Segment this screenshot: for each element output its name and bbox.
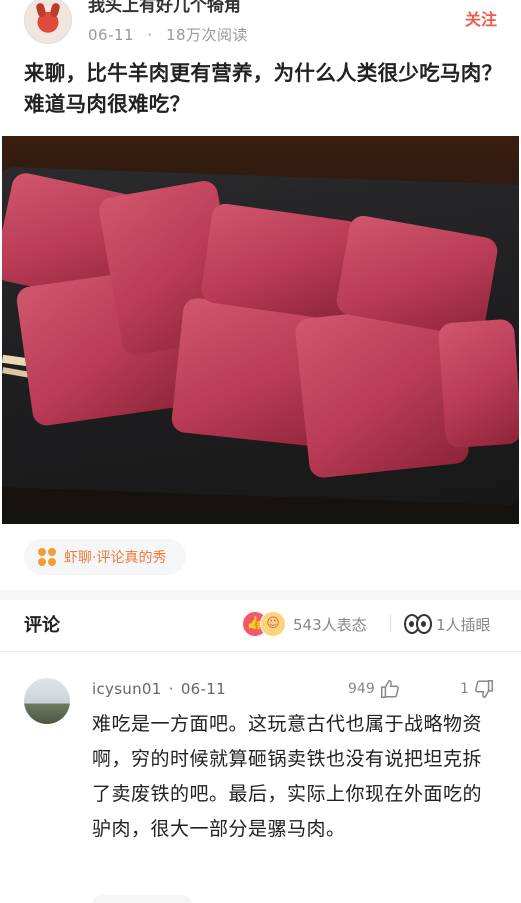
post-header: 我头上有好几个犄角 06-11 · 18万次阅读 关注 bbox=[0, 0, 521, 52]
comment-text: 难吃是一方面吧。这玩意古代也属于战略物资啊，穷的时候就算砸锅卖铁也没有说把坦克拆… bbox=[92, 713, 483, 840]
follow-button[interactable]: 关注 bbox=[465, 6, 497, 30]
section-divider bbox=[0, 590, 521, 600]
author-avatar[interactable] bbox=[24, 0, 72, 44]
reaction-icons[interactable]: 👍 ☺ bbox=[242, 611, 288, 637]
comment-meta-separator: · bbox=[168, 680, 174, 698]
comments-heading: 评论 bbox=[24, 615, 60, 636]
comment-dislike-button[interactable]: 1 bbox=[460, 678, 495, 700]
post-page: 我头上有好几个犄角 06-11 · 18万次阅读 关注 来聊，比牛羊肉更有营养，… bbox=[0, 0, 521, 903]
post-photo[interactable] bbox=[2, 136, 519, 524]
laugh-reaction-icon: ☺ bbox=[260, 611, 286, 637]
post-meta: 06-11 · 18万次阅读 bbox=[88, 24, 248, 45]
comment-dislike-count: 1 bbox=[460, 681, 469, 697]
thumbs-down-icon bbox=[474, 680, 493, 698]
commenter-username[interactable]: icysun01 bbox=[92, 680, 162, 698]
author-name[interactable]: 我头上有好几个犄角 bbox=[88, 0, 241, 16]
comment-date: 06-11 bbox=[180, 680, 226, 698]
avatar-horn-right bbox=[49, 2, 61, 18]
view-count: 18万次阅读 bbox=[165, 26, 249, 44]
comments-divider bbox=[0, 651, 521, 652]
reaction-count[interactable]: 543人表态 bbox=[293, 614, 367, 635]
grid-dots-icon bbox=[38, 548, 56, 566]
comment-like-count: 949 bbox=[348, 681, 375, 697]
topic-tag[interactable]: 虾聊·评论真的秀 bbox=[24, 539, 187, 575]
comment-meta: icysun01 · 06-11 bbox=[92, 680, 226, 698]
post-title: 来聊，比牛羊肉更有营养，为什么人类很少吃马肉？难道马肉很难吃？ bbox=[24, 61, 503, 116]
commenter-avatar[interactable] bbox=[24, 678, 70, 724]
avatar-horn-left bbox=[35, 2, 47, 18]
vertical-separator bbox=[390, 614, 391, 632]
thumbs-up-icon bbox=[380, 680, 399, 698]
topic-tag-label: 虾聊·评论真的秀 bbox=[64, 550, 167, 566]
blink-count[interactable]: 1人插眼 bbox=[436, 614, 491, 635]
meta-separator: · bbox=[147, 26, 153, 44]
comment-like-button[interactable]: 949 bbox=[348, 678, 401, 700]
reply-pill[interactable] bbox=[92, 895, 192, 903]
photo-meat-slice bbox=[437, 318, 519, 449]
post-date: 06-11 bbox=[88, 26, 135, 44]
eyes-icon[interactable] bbox=[404, 614, 432, 634]
